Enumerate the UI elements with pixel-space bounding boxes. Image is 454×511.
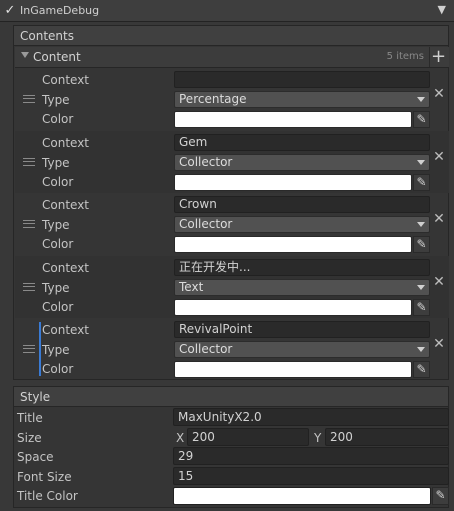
context-field[interactable] xyxy=(174,71,430,88)
type-dropdown[interactable]: Collector xyxy=(174,216,430,233)
remove-item-icon[interactable]: ✕ xyxy=(433,87,445,101)
type-dropdown[interactable]: Collector xyxy=(174,154,430,171)
color-label: Color xyxy=(42,175,74,189)
type-value: Collector xyxy=(179,155,233,169)
context-label: Context xyxy=(42,136,90,150)
dropdown-arrow-icon xyxy=(417,160,425,165)
add-item-button[interactable]: + xyxy=(429,47,447,67)
color-label: Color xyxy=(42,112,74,126)
menu-dropdown-icon[interactable]: ▼ xyxy=(438,3,446,16)
drag-handle-icon[interactable] xyxy=(23,158,35,166)
size-x-field[interactable]: 200 xyxy=(187,428,309,446)
eyedropper-icon[interactable]: ✎ xyxy=(413,111,430,128)
remove-item-icon[interactable]: ✕ xyxy=(433,275,445,289)
eyedropper-icon[interactable]: ✎ xyxy=(413,299,430,316)
color-label: Color xyxy=(42,362,74,376)
context-label: Context xyxy=(42,323,90,337)
foldout-arrow-icon[interactable] xyxy=(21,52,29,58)
dropdown-arrow-icon xyxy=(417,285,425,290)
list-item: Context Crown Type Collector ✕ Color ✎ xyxy=(15,193,449,255)
type-value: Percentage xyxy=(179,92,247,106)
type-dropdown[interactable]: Percentage xyxy=(174,91,430,108)
component-header: ✓ InGameDebug ▼ xyxy=(0,0,454,22)
context-label: Context xyxy=(42,198,90,212)
type-label: Type xyxy=(42,281,70,295)
selection-indicator xyxy=(39,322,41,376)
drag-handle-icon[interactable] xyxy=(23,220,35,228)
item-count: 5 items xyxy=(386,51,424,62)
space-label: Space xyxy=(17,450,54,464)
title-label: Title xyxy=(17,411,43,425)
context-label: Context xyxy=(42,261,90,275)
title-color-label: Title Color xyxy=(17,489,78,503)
list-item: Context Gem Type Collector ✕ Color ✎ xyxy=(15,131,449,193)
dropdown-arrow-icon xyxy=(417,97,425,102)
color-label: Color xyxy=(42,300,74,314)
type-label: Type xyxy=(42,156,70,170)
size-y-field[interactable]: 200 xyxy=(325,428,449,446)
dropdown-arrow-icon xyxy=(417,347,425,352)
content-list-header[interactable]: Content 5 items + xyxy=(15,47,449,68)
remove-item-icon[interactable]: ✕ xyxy=(433,150,445,164)
drag-handle-icon[interactable] xyxy=(23,345,35,353)
size-x-label: X xyxy=(176,431,185,445)
drag-handle-icon[interactable] xyxy=(23,95,35,103)
color-field[interactable] xyxy=(174,361,412,378)
eyedropper-icon[interactable]: ✎ xyxy=(432,487,449,505)
type-value: Collector xyxy=(179,217,233,231)
size-y-label: Y xyxy=(314,431,322,445)
type-label: Type xyxy=(42,343,70,357)
color-field[interactable] xyxy=(174,174,412,191)
context-label: Context xyxy=(42,73,90,87)
eyedropper-icon[interactable]: ✎ xyxy=(413,236,430,253)
remove-item-icon[interactable]: ✕ xyxy=(433,337,445,351)
title-field[interactable]: MaxUnityX2.0 xyxy=(173,408,449,426)
list-item: Context 正在开发中... Type Text ✕ Color ✎ xyxy=(15,256,449,318)
enable-checkbox[interactable]: ✓ xyxy=(3,4,17,18)
eyedropper-icon[interactable]: ✎ xyxy=(413,174,430,191)
font-size-field[interactable]: 15 xyxy=(173,467,449,485)
contents-title: Contents xyxy=(14,26,448,46)
component-title: InGameDebug xyxy=(20,4,100,17)
type-dropdown[interactable]: Collector xyxy=(174,341,430,358)
title-color-field[interactable] xyxy=(173,487,431,505)
list-item: Context RevivalPoint Type Collector ✕ Co… xyxy=(15,318,449,380)
type-value: Text xyxy=(179,280,204,294)
drag-handle-icon[interactable] xyxy=(23,283,35,291)
color-field[interactable] xyxy=(174,111,412,128)
type-label: Type xyxy=(42,93,70,107)
color-field[interactable] xyxy=(174,236,412,253)
color-field[interactable] xyxy=(174,299,412,316)
type-value: Collector xyxy=(179,342,233,356)
dropdown-arrow-icon xyxy=(417,222,425,227)
remove-item-icon[interactable]: ✕ xyxy=(433,212,445,226)
color-label: Color xyxy=(42,237,74,251)
context-field[interactable]: RevivalPoint xyxy=(174,321,430,338)
list-item: Context Type Percentage ✕ Color ✎ xyxy=(15,68,449,130)
size-label: Size xyxy=(17,431,42,445)
context-field[interactable]: Crown xyxy=(174,196,430,213)
eyedropper-icon[interactable]: ✎ xyxy=(413,361,430,378)
style-title: Style xyxy=(14,387,448,407)
context-field[interactable]: Gem xyxy=(174,134,430,151)
font-size-label: Font Size xyxy=(17,470,72,484)
space-field[interactable]: 29 xyxy=(173,447,449,465)
type-dropdown[interactable]: Text xyxy=(174,279,430,296)
context-field[interactable]: 正在开发中... xyxy=(174,259,430,276)
content-list-title: Content xyxy=(33,50,81,64)
type-label: Type xyxy=(42,218,70,232)
